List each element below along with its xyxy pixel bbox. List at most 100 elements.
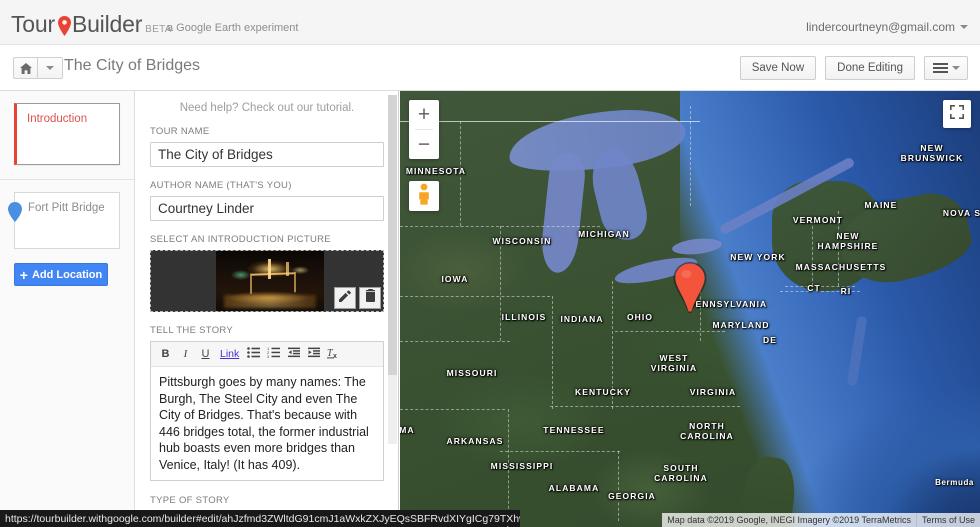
locations-section: Fort Pitt Bridge + Add Location — [0, 180, 134, 286]
outdent-icon — [287, 347, 300, 361]
author-name-label: AUTHOR NAME (THAT'S YOU) — [150, 180, 292, 191]
map-label: GEORGIA — [608, 491, 656, 501]
introduction-section: Introduction — [0, 91, 134, 180]
add-location-button[interactable]: + Add Location — [14, 263, 108, 286]
underline-button[interactable]: U — [197, 345, 214, 364]
home-button-group — [13, 57, 63, 79]
bulleted-list-button[interactable] — [245, 345, 262, 364]
logo-word-builder: Builder — [71, 11, 143, 37]
map-label: NEW BRUNSWICK — [900, 143, 964, 163]
terms-of-use-link[interactable]: Terms of Use — [917, 515, 980, 525]
story-text-area[interactable]: Pittsburgh goes by many names: The Burgh… — [151, 367, 383, 480]
type-of-story-label: TYPE OF STORY — [150, 495, 230, 506]
outdent-button[interactable] — [285, 345, 302, 364]
map-label: INDIANA — [560, 314, 604, 324]
zoom-out-button[interactable]: − — [409, 130, 439, 159]
map-label: MINNESOTA — [405, 166, 467, 176]
account-email: lindercourtneyn@gmail.com — [806, 20, 955, 34]
clear-formatting-icon: T x — [327, 347, 340, 362]
map-state-border — [400, 409, 505, 410]
hamburger-icon — [932, 63, 948, 73]
map-label: MISSISSIPPI — [490, 461, 554, 471]
map-attribution-bar: Map data ©2019 Google, INEGI Imagery ©20… — [662, 513, 980, 527]
map-label: MA — [400, 425, 415, 435]
map-label: RI — [840, 286, 852, 296]
tour-sidebar: Introduction Fort Pitt Bridge + Add Loca… — [0, 91, 135, 527]
map-label: VIRGINIA — [689, 387, 737, 397]
bold-button[interactable]: B — [157, 345, 174, 364]
picture-action-buttons — [334, 287, 381, 309]
photo-tower-right — [286, 262, 289, 276]
editor-panel-content: Need help? Check out our tutorial. TOUR … — [136, 91, 398, 521]
map-label: SOUTH CAROLINA — [654, 463, 708, 483]
editor-panel-scrollbar[interactable] — [388, 95, 397, 444]
story-editor: B I U Link 1 2 3 T x Pittsburgh goes by … — [150, 341, 384, 481]
plus-icon: + — [19, 266, 28, 283]
chevron-down-icon — [46, 66, 54, 70]
map-state-border — [618, 451, 619, 521]
editor-panel: Need help? Check out our tutorial. TOUR … — [136, 91, 399, 527]
svg-text:3: 3 — [267, 354, 270, 358]
numbered-list-icon: 1 2 3 — [267, 346, 281, 361]
toolbar: The City of Bridges Save Now Done Editin… — [0, 45, 980, 91]
tell-the-story-label: TELL THE STORY — [150, 325, 234, 336]
story-editor-toolbar: B I U Link 1 2 3 T x — [151, 342, 383, 367]
sidebar-card-introduction[interactable]: Introduction — [14, 103, 120, 165]
logo-pin-icon — [57, 15, 71, 36]
minus-icon: − — [417, 133, 431, 156]
pencil-icon — [339, 289, 351, 307]
map-label: DE — [762, 335, 778, 345]
author-name-input[interactable] — [150, 196, 384, 221]
map-label: MASSACHUSETTS — [795, 262, 887, 272]
sidebar-card-location-label: Fort Pitt Bridge — [28, 202, 105, 214]
map-provincial-border — [690, 106, 691, 206]
map-label: OHIO — [626, 312, 654, 322]
sidebar-card-location[interactable]: Fort Pitt Bridge — [8, 192, 120, 249]
bulleted-list-icon — [247, 347, 261, 361]
tutorial-hint-text: Need help? Check out our tutorial. — [179, 102, 355, 114]
map-view[interactable]: MINNESOTA WISCONSIN MICHIGAN IOWA ILLINOIS IN… — [400, 91, 980, 527]
delete-picture-button[interactable] — [359, 287, 381, 309]
street-view-pegman-icon — [415, 183, 433, 210]
indent-icon — [307, 347, 320, 361]
map-state-border — [552, 296, 553, 409]
numbered-list-button[interactable]: 1 2 3 — [265, 345, 282, 364]
map-state-border — [400, 341, 510, 342]
map-label: WISCONSIN — [492, 236, 552, 246]
map-state-border — [812, 221, 813, 286]
home-dropdown-button[interactable] — [38, 57, 63, 79]
fullscreen-icon — [950, 104, 964, 124]
tutorial-hint[interactable]: Need help? Check out our tutorial. — [150, 91, 384, 126]
map-pin-icon — [8, 202, 22, 222]
overflow-menu-button[interactable] — [924, 56, 968, 80]
photo-tower-left — [268, 259, 271, 279]
account-menu[interactable]: lindercourtneyn@gmail.com — [806, 20, 968, 34]
chevron-down-icon — [960, 25, 968, 29]
done-editing-button[interactable]: Done Editing — [825, 56, 915, 80]
map-marker-icon[interactable] — [672, 262, 708, 313]
tour-name-label: TOUR NAME — [150, 126, 210, 137]
indent-button[interactable] — [305, 345, 322, 364]
fullscreen-button[interactable] — [943, 100, 971, 128]
tour-builder-app: Tour Builder BETA a Google Earth experim… — [0, 0, 980, 527]
map-attribution-text: Map data ©2019 Google, INEGI Imagery ©20… — [667, 515, 911, 525]
edit-picture-button[interactable] — [334, 287, 356, 309]
insert-link-button[interactable]: Link — [217, 348, 242, 360]
map-state-border — [550, 406, 740, 407]
italic-button[interactable]: I — [177, 345, 194, 364]
plus-icon: + — [417, 103, 431, 126]
street-view-pegman-button[interactable] — [409, 181, 439, 211]
map-label: ILLINOIS — [501, 312, 547, 322]
tour-name-input[interactable] — [150, 142, 384, 167]
map-ocean-deep — [820, 387, 980, 527]
home-button[interactable] — [13, 57, 38, 79]
home-icon — [19, 62, 32, 74]
save-now-button[interactable]: Save Now — [739, 56, 817, 80]
editor-panel-scrollbar-thumb[interactable] — [388, 95, 397, 375]
clear-formatting-button[interactable]: T x — [325, 345, 342, 364]
zoom-in-button[interactable]: + — [409, 100, 439, 129]
introduction-picture-thumbnail[interactable] — [150, 250, 384, 312]
map-label: NOVA S — [942, 208, 980, 218]
app-logo[interactable]: Tour Builder BETA — [11, 11, 172, 38]
map-label-bermuda: Bermuda — [935, 478, 974, 487]
